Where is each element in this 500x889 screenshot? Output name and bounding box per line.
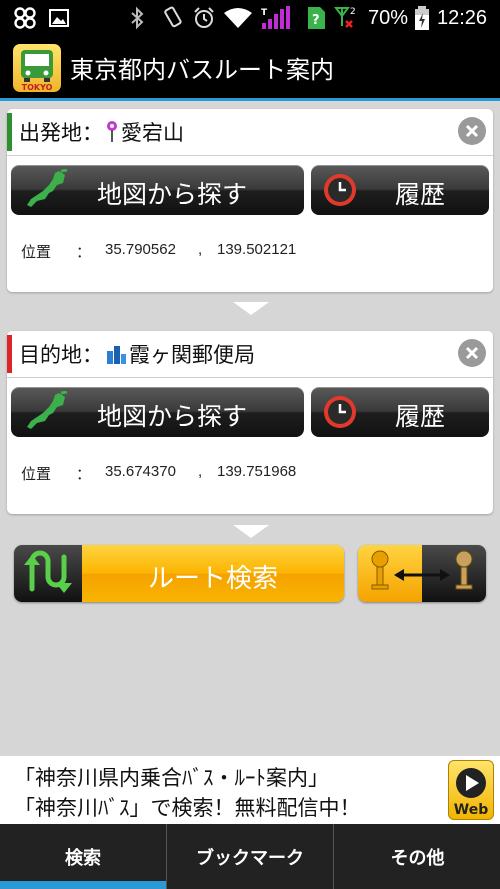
app-icon-badge: TOKYO: [22, 83, 53, 92]
departure-label: 出発地：: [19, 121, 103, 145]
svg-text:2: 2: [350, 7, 356, 17]
vibrate-icon: [160, 0, 186, 36]
web-badge-icon: Web: [448, 760, 494, 820]
destination-map-search-button[interactable]: 地図から探す: [11, 387, 304, 437]
departure-latitude: 35.790562: [105, 241, 176, 258]
departure-coord-sep: ：: [76, 244, 92, 261]
destination-coord-label: 位置: [21, 466, 52, 483]
departure-longitude: 139.502121: [217, 241, 297, 258]
alarm-icon: [192, 0, 216, 36]
svg-text:?: ?: [312, 13, 320, 28]
route-swap-arrows-icon: [14, 545, 82, 602]
swap-stops-button[interactable]: [358, 545, 486, 602]
route-search-button[interactable]: ルート検索: [14, 545, 344, 602]
departure-comma: ,: [198, 241, 203, 258]
down-arrow-icon: [233, 525, 269, 538]
departure-header[interactable]: 出発地： 愛宕山: [7, 109, 493, 156]
departure-name: 愛宕山: [121, 121, 184, 145]
tab-bookmark[interactable]: ブックマーク: [166, 824, 333, 889]
destination-header[interactable]: 目的地： 霞ヶ関郵便局: [7, 331, 493, 378]
clock: 12:26: [437, 6, 488, 29]
destination-comma: ,: [198, 463, 203, 480]
departure-history-button[interactable]: 履歴: [311, 165, 489, 215]
no-signal-icon: 2: [332, 0, 358, 36]
departure-accent-bar: [7, 113, 12, 151]
svg-text:T: T: [261, 8, 268, 18]
destination-history-label: 履歴: [395, 402, 446, 431]
destination-longitude: 139.751968: [217, 463, 297, 480]
notification-green-icon: ?: [305, 0, 327, 36]
ad-line-2: 「神奈川ﾊﾞｽ」で検索！無料配信中！: [14, 796, 361, 820]
destination-history-button[interactable]: 履歴: [311, 387, 489, 437]
swap-stops-icon: [371, 550, 473, 590]
web-badge-label: Web: [454, 802, 488, 818]
departure-map-search-button[interactable]: 地図から探す: [11, 165, 304, 215]
destination-map-button-label: 地図から探す: [97, 402, 248, 431]
active-tab-indicator: [0, 881, 166, 889]
image-notification-icon: [48, 0, 70, 36]
app-bus-icon: TOKYO: [13, 44, 61, 92]
ad-banner[interactable]: 「神奈川県内乗合ﾊﾞｽ・ﾙｰﾄ案内」 「神奈川ﾊﾞｽ」で検索！無料配信中！ We…: [0, 756, 500, 824]
destination-card: 目的地： 霞ヶ関郵便局 地図から探す 履歴 位置 ： 35.674370 , 1…: [7, 331, 493, 514]
departure-card: 出発地： 愛宕山 地図から探す 履歴 位置 ： 35.790562 , 139.…: [7, 109, 493, 292]
app-notification-icon: [12, 0, 38, 36]
destination-label: 目的地：: [19, 343, 103, 367]
down-arrow-icon: [233, 302, 269, 315]
bus-stop-pin-icon: [105, 120, 119, 144]
departure-coord-label: 位置: [21, 244, 52, 261]
departure-history-label: 履歴: [395, 180, 446, 209]
bottom-tab-bar: 検索 ブックマーク その他: [0, 824, 500, 889]
close-icon: [465, 124, 479, 138]
battery-percent: 70%: [368, 6, 409, 29]
status-bar: T ? 2 70% 12:26: [0, 0, 500, 36]
clock-icon: [321, 171, 359, 213]
japan-map-icon: [23, 390, 69, 437]
departure-clear-button[interactable]: [458, 117, 486, 145]
departure-map-button-label: 地図から探す: [97, 180, 248, 209]
destination-name: 霞ヶ関郵便局: [129, 343, 255, 367]
route-search-label: ルート検索: [147, 564, 278, 594]
tab-other[interactable]: その他: [333, 824, 500, 889]
close-icon: [465, 346, 479, 360]
battery-icon: [413, 0, 431, 36]
page-title: 東京都内バスルート案内: [70, 56, 334, 84]
wifi-icon: [224, 0, 252, 36]
app-bar: TOKYO 東京都内バスルート案内: [0, 36, 500, 98]
destination-latitude: 35.674370: [105, 463, 176, 480]
app-bar-divider: [0, 98, 500, 101]
destination-accent-bar: [7, 335, 12, 373]
bluetooth-icon: [130, 0, 144, 36]
japan-map-icon: [23, 168, 69, 215]
tab-search[interactable]: 検索: [0, 824, 166, 889]
signal-purple-icon: T: [260, 0, 292, 36]
clock-icon: [321, 393, 359, 435]
ad-line-1: 「神奈川県内乗合ﾊﾞｽ・ﾙｰﾄ案内」: [14, 766, 329, 790]
destination-coord-sep: ：: [76, 466, 92, 483]
destination-clear-button[interactable]: [458, 339, 486, 367]
building-icon: [105, 343, 127, 365]
